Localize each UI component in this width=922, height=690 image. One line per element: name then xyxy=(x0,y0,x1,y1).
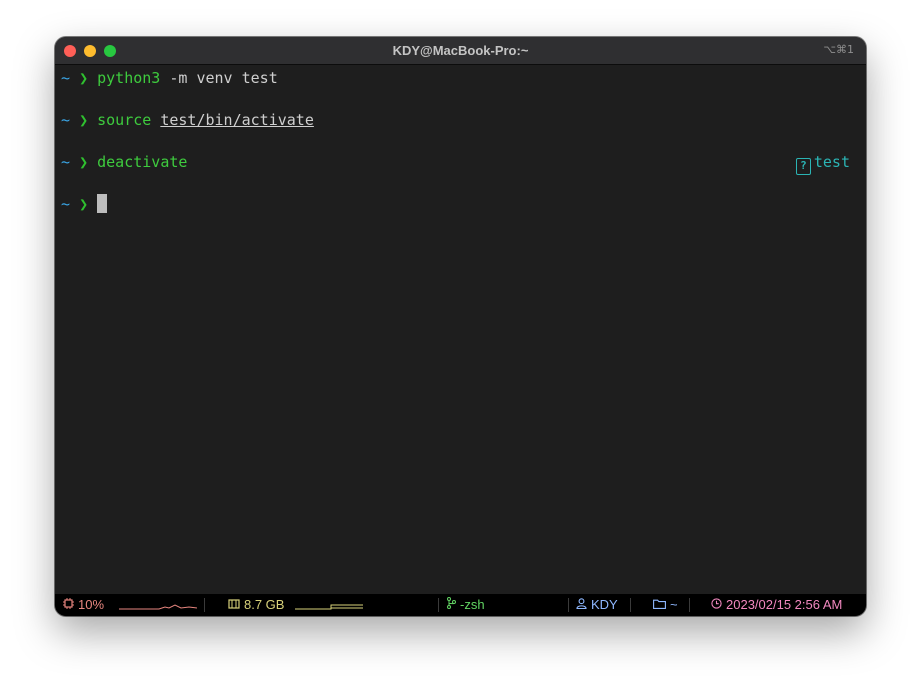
user-label: KDY xyxy=(591,597,618,612)
memory-icon xyxy=(228,595,240,616)
path-argument[interactable]: test/bin/activate xyxy=(160,111,314,129)
terminal-line: ~ ❯ deactivate xyxy=(61,152,187,172)
title-bar[interactable]: KDY@MacBook-Pro:~ ⌥⌘1 xyxy=(55,37,866,65)
active-prompt-line[interactable]: ~ ❯ xyxy=(61,194,108,214)
memory-status[interactable]: 8.7 GB xyxy=(228,594,284,616)
prompt-arrow: ❯ xyxy=(79,111,89,129)
venv-indicator: ? test xyxy=(795,152,850,175)
prompt-dir: ~ xyxy=(61,69,71,87)
prompt-dir: ~ xyxy=(61,111,71,129)
clock-label: 2023/02/15 2:56 AM xyxy=(726,597,843,612)
job-label: -zsh xyxy=(460,597,485,612)
status-divider xyxy=(689,598,690,612)
directory-label: ~ xyxy=(670,597,678,612)
command-args xyxy=(151,111,160,129)
status-divider xyxy=(438,598,439,612)
terminal-line: ~ ❯ source test/bin/activate xyxy=(61,110,314,130)
command: source xyxy=(97,111,152,129)
prompt-dir: ~ xyxy=(61,153,71,171)
prompt-arrow: ❯ xyxy=(79,69,89,87)
question-box-icon: ? xyxy=(795,158,811,175)
terminal-output[interactable]: ~ ❯ python3 -m venv test ~ ❯ source test… xyxy=(55,65,866,594)
status-divider xyxy=(204,598,205,612)
memory-sparkline xyxy=(295,604,363,610)
branch-icon xyxy=(447,595,456,616)
terminal-window: KDY@MacBook-Pro:~ ⌥⌘1 ~ ❯ python3 -m ven… xyxy=(55,37,866,616)
command: python3 xyxy=(97,69,161,87)
cpu-status[interactable]: 10% xyxy=(63,594,104,616)
folder-icon xyxy=(653,595,666,616)
memory-label: 8.7 GB xyxy=(244,597,285,612)
tab-shortcut: ⌥⌘1 xyxy=(823,43,854,56)
clock-status[interactable]: 2023/02/15 2:56 AM xyxy=(711,594,842,616)
text-cursor xyxy=(97,194,108,213)
cpu-label: 10% xyxy=(78,597,105,612)
user-status[interactable]: KDY xyxy=(576,594,618,616)
command-args: -m venv test xyxy=(160,69,278,87)
job-status[interactable]: -zsh xyxy=(447,594,485,616)
prompt-dir: ~ xyxy=(61,195,71,213)
user-icon xyxy=(576,595,587,616)
window-title: KDY@MacBook-Pro:~ xyxy=(392,43,529,58)
clock-icon xyxy=(711,595,722,616)
terminal-line: ~ ❯ python3 -m venv test xyxy=(61,68,278,88)
cpu-sparkline xyxy=(119,604,197,610)
status-bar: 10% 8.7 GB -zsh KDY ~ 2023/02/15 2:56 AM xyxy=(55,594,866,616)
directory-status[interactable]: ~ xyxy=(653,594,678,616)
status-divider xyxy=(630,598,631,612)
prompt-arrow: ❯ xyxy=(79,153,89,171)
cpu-icon xyxy=(63,595,74,616)
venv-name: test xyxy=(813,153,850,171)
status-divider xyxy=(568,598,569,612)
command: deactivate xyxy=(97,153,188,171)
prompt-arrow: ❯ xyxy=(79,195,89,213)
